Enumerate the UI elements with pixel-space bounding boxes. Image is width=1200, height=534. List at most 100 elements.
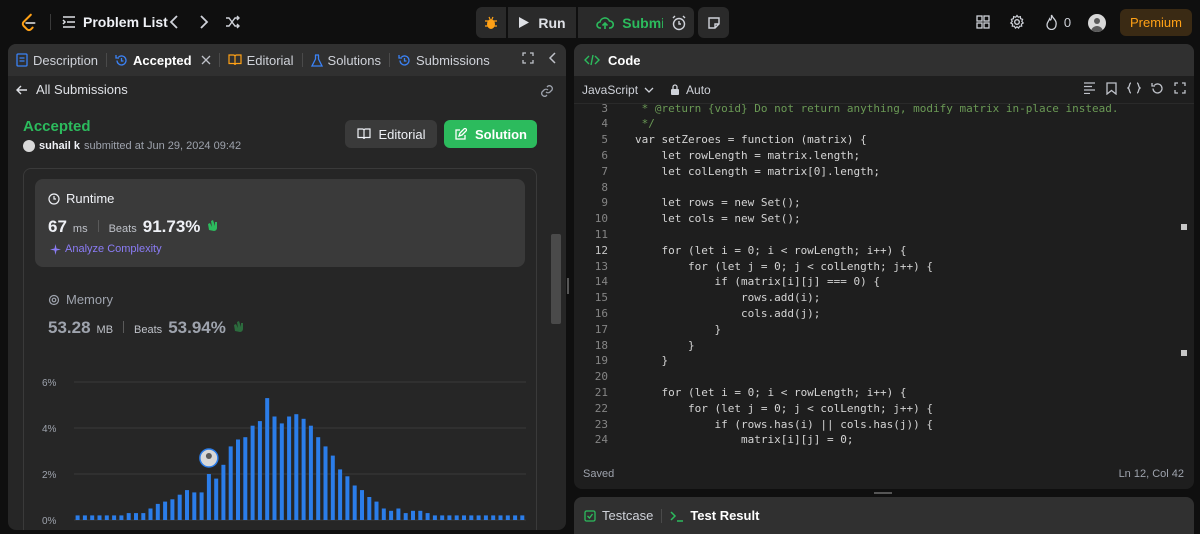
code-line[interactable]: 19 }	[574, 353, 1194, 369]
tab-editorial[interactable]: Editorial	[220, 44, 302, 76]
chart-bar[interactable]	[411, 510, 415, 520]
chart-bar[interactable]	[155, 503, 160, 520]
tab-accepted[interactable]: Accepted	[107, 44, 219, 76]
chart-bar[interactable]	[323, 446, 328, 520]
chart-bar[interactable]	[381, 508, 386, 521]
chart-bar[interactable]	[279, 423, 284, 520]
format-icon[interactable]	[1083, 82, 1096, 94]
chart-bar[interactable]	[228, 446, 233, 520]
collapse-left-icon[interactable]	[548, 52, 556, 64]
chart-bar[interactable]	[82, 515, 87, 520]
tab-description[interactable]: Description	[8, 44, 106, 76]
left-scrollbar[interactable]	[551, 234, 561, 324]
chart-bar[interactable]	[491, 515, 496, 520]
reset-icon[interactable]	[1151, 82, 1164, 95]
chart-bar[interactable]	[112, 515, 117, 520]
layout-button[interactable]	[974, 10, 992, 34]
code-line[interactable]: 6 let rowLength = matrix.length;	[574, 147, 1194, 163]
chart-bar[interactable]	[134, 513, 138, 520]
premium-button[interactable]: Premium	[1120, 9, 1192, 36]
chart-bar[interactable]	[505, 515, 510, 520]
chart-bar[interactable]	[330, 455, 335, 520]
code-line[interactable]: 14 if (matrix[i][j] === 0) {	[574, 274, 1194, 290]
notes-button[interactable]	[698, 7, 729, 38]
vertical-resize-handle[interactable]	[567, 278, 569, 294]
chart-bar[interactable]	[338, 469, 343, 520]
chart-bar[interactable]	[236, 439, 240, 521]
code-line[interactable]: 9 let rows = new Set();	[574, 195, 1194, 211]
chart-bar[interactable]	[119, 515, 124, 520]
chart-bar[interactable]	[520, 515, 525, 520]
problem-list-link[interactable]: Problem List	[83, 14, 168, 30]
chart-bar[interactable]	[301, 418, 306, 520]
code-line[interactable]: 11	[574, 226, 1194, 242]
run-button[interactable]: Run	[508, 7, 576, 38]
chart-bar[interactable]	[389, 510, 394, 520]
chart-bar[interactable]	[177, 494, 182, 520]
chart-bar[interactable]	[243, 437, 248, 520]
chart-bar[interactable]	[308, 425, 313, 520]
chart-bar[interactable]	[352, 485, 357, 521]
random-problem-button[interactable]	[223, 10, 243, 34]
chart-bar[interactable]	[221, 464, 226, 520]
all-submissions-link[interactable]: All Submissions	[16, 82, 128, 97]
chart-bar[interactable]	[148, 508, 153, 521]
chart-bar[interactable]	[287, 416, 292, 521]
auto-mode[interactable]: Auto	[670, 83, 711, 97]
user-avatar[interactable]	[1088, 14, 1106, 32]
code-line[interactable]: 24 matrix[i][j] = 0;	[574, 432, 1194, 448]
chart-bar[interactable]	[250, 425, 255, 520]
chart-bar[interactable]	[403, 513, 408, 520]
chart-bar[interactable]	[214, 478, 219, 520]
debug-button[interactable]	[476, 7, 506, 38]
timer-button[interactable]	[663, 7, 694, 38]
chart-bar[interactable]	[360, 490, 364, 520]
link-icon[interactable]	[540, 84, 554, 98]
code-line[interactable]: 17 }	[574, 321, 1194, 337]
code-line[interactable]: 5 var setZeroes = function (matrix) {	[574, 132, 1194, 148]
chart-bar[interactable]	[104, 515, 109, 520]
runtime-card[interactable]: Runtime 67 ms Beats 91.73% Analyze Compl…	[35, 179, 525, 267]
code-line[interactable]: 13 for (let j = 0; j < colLength; j++) {	[574, 258, 1194, 274]
chart-bar[interactable]	[476, 515, 481, 520]
code-line[interactable]: 8	[574, 179, 1194, 195]
chart-bar[interactable]	[345, 476, 350, 520]
code-line[interactable]: 20	[574, 369, 1194, 385]
chart-bar[interactable]	[141, 513, 146, 520]
chart-bar[interactable]	[447, 515, 452, 520]
chart-bar[interactable]	[374, 501, 379, 520]
chart-bar[interactable]	[396, 508, 401, 521]
chart-bar[interactable]	[418, 510, 423, 520]
code-line[interactable]: 4 */	[574, 116, 1194, 132]
chart-bar[interactable]	[432, 515, 437, 520]
horizontal-resize-handle[interactable]	[874, 492, 892, 494]
code-line[interactable]: 23 if (rows.has(i) || cols.has(j)) {	[574, 416, 1194, 432]
chart-bar[interactable]	[294, 414, 299, 520]
code-line[interactable]: 18 }	[574, 337, 1194, 353]
chart-bar[interactable]	[425, 513, 430, 520]
username[interactable]: suhail k	[39, 140, 80, 152]
solution-button[interactable]: Solution	[444, 120, 537, 148]
expand-icon[interactable]	[522, 52, 534, 64]
editorial-button[interactable]: Editorial	[345, 120, 437, 148]
chart-bar[interactable]	[272, 416, 277, 521]
chart-bar[interactable]	[513, 515, 518, 520]
braces-icon[interactable]	[1127, 82, 1141, 94]
language-select[interactable]: JavaScript	[582, 83, 654, 97]
chart-bar[interactable]	[97, 515, 102, 520]
chart-bar[interactable]	[170, 499, 175, 520]
code-line[interactable]: 15 rows.add(i);	[574, 290, 1194, 306]
chart-bar[interactable]	[454, 515, 459, 520]
bookmark-icon[interactable]	[1106, 82, 1117, 95]
code-line[interactable]: 10 let cols = new Set();	[574, 211, 1194, 227]
analyze-complexity-link[interactable]: Analyze Complexity	[50, 243, 162, 255]
chart-bar[interactable]	[192, 492, 197, 520]
code-editor[interactable]: 3 * @return {void} Do not return anythin…	[574, 100, 1194, 452]
close-icon[interactable]	[201, 55, 211, 65]
chart-bar[interactable]	[163, 501, 168, 520]
streak-counter[interactable]: 0	[1042, 10, 1074, 34]
code-line[interactable]: 16 cols.add(j);	[574, 305, 1194, 321]
code-line[interactable]: 12 for (let i = 0; i < rowLength; i++) {	[574, 242, 1194, 258]
chart-bar[interactable]	[126, 513, 131, 520]
memory-card[interactable]: Memory 53.28 MB Beats 53.94%	[35, 280, 525, 350]
